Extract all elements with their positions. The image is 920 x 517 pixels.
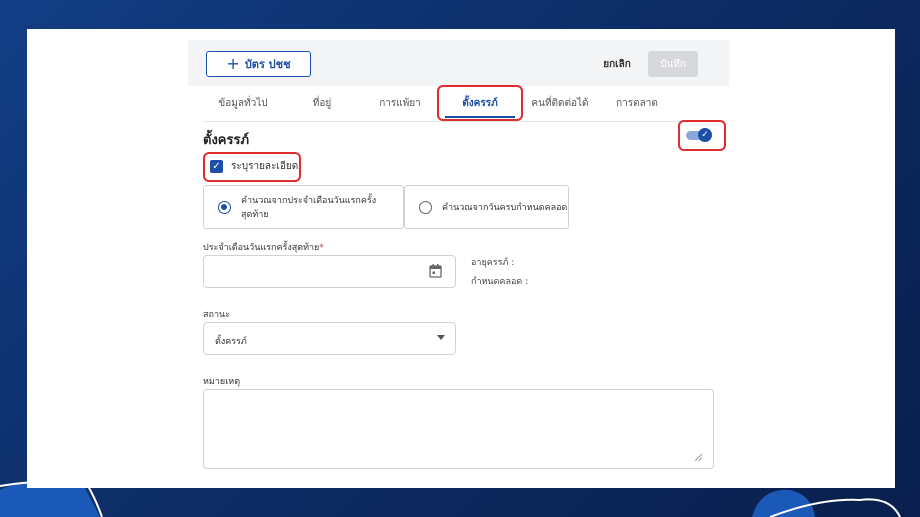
calc-option-due-date-label: คำนวณจากวันครบกำหนดคลอด (442, 203, 568, 213)
checkbox-highlight-frame (203, 152, 301, 182)
resize-handle-icon[interactable] (694, 453, 702, 461)
due-date-label: กำหนดคลอด : (471, 277, 529, 287)
required-mark: * (319, 243, 324, 253)
calc-option-lmp[interactable]: คำนวณจากประจำเดือนวันแรกครั้งสุดท้าย (203, 185, 404, 229)
tab-highlight-frame (437, 85, 523, 121)
tab-marketing[interactable]: การตลาด (600, 90, 674, 116)
note-textarea[interactable] (203, 389, 714, 469)
lmp-field-label: ประจำเดือนวันแรกครั้งสุดท้าย* (203, 240, 324, 254)
cancel-button[interactable]: ยกเลิก (597, 53, 637, 75)
lmp-field-label-text: ประจำเดือนวันแรกครั้งสุดท้าย (203, 243, 320, 253)
chevron-down-icon (437, 335, 445, 340)
save-button[interactable]: บันทึก (648, 51, 698, 77)
radio-selected-icon (218, 200, 231, 214)
add-id-card-label: บัตร ปชช (244, 58, 291, 71)
gestational-age-label: อายุครรภ์ : (471, 258, 515, 268)
tab-address[interactable]: ที่อยู่ (293, 90, 351, 116)
section-title: ตั้งครรภ์ (203, 133, 250, 148)
tab-general[interactable]: ข้อมูลทั่วไป (203, 90, 283, 116)
add-id-card-button[interactable]: + บัตร ปชช (206, 51, 311, 77)
radio-unselected-icon (419, 200, 432, 214)
tab-allergy[interactable]: การแพ้ยา (362, 90, 438, 116)
toggle-highlight-frame (678, 120, 726, 151)
status-field-label: สถานะ (203, 310, 230, 320)
note-field-label: หมายเหตุ (203, 377, 241, 387)
calc-option-lmp-label: คำนวณจากประจำเดือนวันแรกครั้งสุดท้าย (241, 196, 377, 220)
status-select-value: ตั้งครรภ์ (215, 337, 247, 347)
calc-option-due-date[interactable]: คำนวณจากวันครบกำหนดคลอด (404, 185, 569, 229)
lmp-date-input[interactable] (203, 255, 456, 288)
calendar-icon[interactable] (429, 264, 442, 278)
plus-icon: + (226, 54, 240, 73)
tab-divider (203, 121, 726, 122)
tab-contacts[interactable]: คนที่ติดต่อได้ (522, 90, 598, 116)
